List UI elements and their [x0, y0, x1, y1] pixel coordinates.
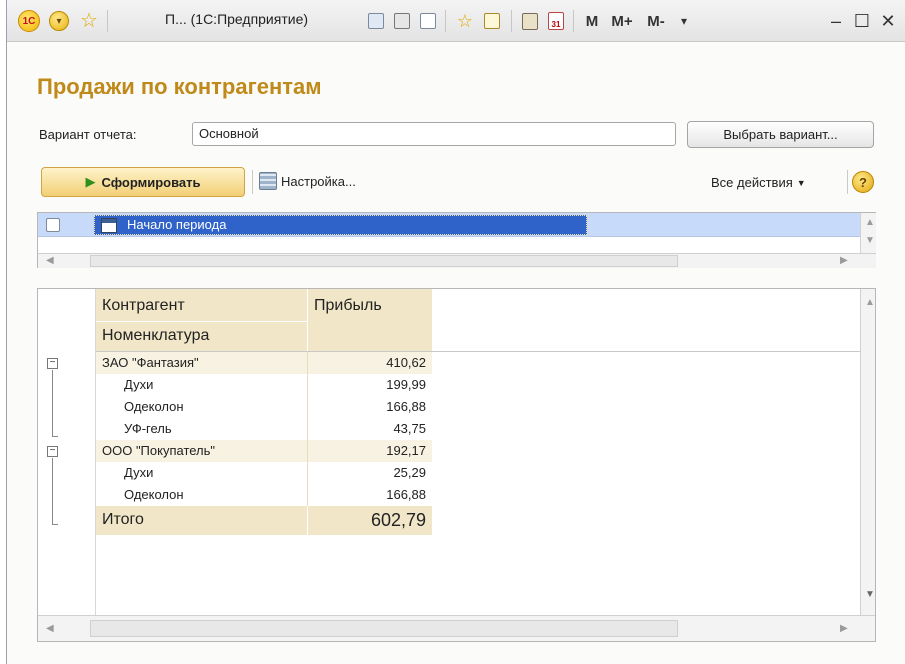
memory-minus-button[interactable]: M-: [641, 9, 671, 33]
scroll-right-icon[interactable]: ▶: [840, 255, 848, 266]
scroll-down-icon[interactable]: ▼: [865, 235, 875, 246]
title-bar: 1С ▾ ☆ П... (1С:Предприятие) ☆ 31 M M+ M…: [7, 0, 905, 42]
table-row[interactable]: Духи 199,99: [96, 374, 432, 396]
report-vertical-scrollbar[interactable]: ▲ ▼: [860, 289, 875, 615]
collapse-group-icon[interactable]: −: [47, 358, 58, 369]
table-row[interactable]: Одеколон 166,88: [96, 396, 432, 418]
app-logo-icon[interactable]: 1С: [17, 9, 41, 33]
table-row[interactable]: Одеколон 166,88: [96, 484, 432, 506]
memory-plus-button[interactable]: M+: [607, 9, 637, 33]
generate-button-label: Сформировать: [101, 174, 201, 190]
scroll-up-icon[interactable]: ▲: [865, 217, 875, 228]
table-row[interactable]: ООО "Покупатель" 192,17: [96, 440, 432, 462]
minimize-button[interactable]: –: [825, 9, 847, 33]
save-icon[interactable]: [365, 9, 387, 33]
print-icon[interactable]: [391, 9, 413, 33]
all-actions-menu[interactable]: Все действия ▼: [711, 175, 806, 190]
table-row[interactable]: ЗАО "Фантазия" 410,62: [96, 352, 432, 374]
list-vertical-scrollbar[interactable]: ▲ ▼: [860, 213, 876, 253]
table-row[interactable]: Духи 25,29: [96, 462, 432, 484]
settings-list: Начало периода ▲ ▼ ◀ ▶: [37, 212, 876, 268]
variant-field[interactable]: Основной: [192, 122, 676, 146]
report-window: 1С ▾ ☆ П... (1С:Предприятие) ☆ 31 M M+ M…: [6, 0, 905, 664]
memory-m-button[interactable]: M: [581, 9, 603, 33]
report-spreadsheet: − − Контрагент Номенклатура Прибыль ЗАО …: [37, 288, 876, 642]
bookmark-icon[interactable]: [481, 9, 503, 33]
table-row[interactable]: УФ-гель 43,75: [96, 418, 432, 440]
page-title: Продажи по контрагентам: [37, 74, 322, 99]
scroll-thumb[interactable]: [90, 255, 678, 267]
report-horizontal-scrollbar[interactable]: ◀ ▶: [38, 615, 875, 641]
list-item[interactable]: Начало периода: [38, 213, 860, 237]
calendar-icon: [101, 218, 117, 233]
preview-icon[interactable]: [417, 9, 439, 33]
menu-dropdown-icon[interactable]: ▾: [47, 9, 71, 33]
column-header-nomenclature: Номенклатура: [102, 327, 210, 344]
column-header-counterparty: Контрагент: [102, 297, 185, 314]
use-setting-checkbox[interactable]: [46, 218, 60, 232]
calendar-icon[interactable]: 31: [545, 9, 567, 33]
list-horizontal-scrollbar[interactable]: ◀ ▶: [38, 253, 876, 268]
calculator-icon[interactable]: [519, 9, 541, 33]
scroll-right-icon[interactable]: ▶: [840, 623, 848, 634]
favorites-star-icon[interactable]: ☆: [77, 9, 101, 33]
settings-button[interactable]: Настройка...: [259, 172, 356, 190]
settings-button-label: Настройка...: [281, 173, 356, 189]
grouping-gutter: − −: [38, 289, 96, 615]
scroll-left-icon[interactable]: ◀: [46, 623, 54, 634]
add-favorite-icon[interactable]: ☆: [453, 9, 477, 33]
settings-icon: [259, 172, 277, 190]
variant-label: Вариант отчета:: [39, 127, 137, 142]
play-icon: ▶: [85, 174, 96, 189]
generate-button[interactable]: ▶ Сформировать: [41, 167, 245, 197]
setting-name: Начало периода: [127, 217, 227, 232]
scroll-up-icon[interactable]: ▲: [865, 297, 875, 308]
window-title: П... (1С:Предприятие): [165, 11, 309, 27]
column-header-profit: Прибыль: [314, 297, 382, 314]
total-row[interactable]: Итого 602,79: [96, 506, 432, 535]
collapse-group-icon[interactable]: −: [47, 446, 58, 457]
maximize-button[interactable]: ☐: [851, 9, 873, 33]
scroll-left-icon[interactable]: ◀: [46, 255, 54, 266]
more-dropdown-icon[interactable]: ▾: [675, 9, 693, 33]
all-actions-label: Все действия: [711, 175, 793, 190]
setting-name-cell[interactable]: Начало периода: [94, 215, 587, 235]
choose-variant-button[interactable]: Выбрать вариант...: [687, 121, 874, 148]
help-icon: ?: [852, 171, 874, 193]
scroll-down-icon[interactable]: ▼: [865, 589, 875, 600]
chevron-down-icon: ▼: [796, 177, 806, 188]
scroll-thumb[interactable]: [90, 620, 678, 637]
help-button[interactable]: ?: [852, 171, 874, 193]
close-button[interactable]: ✕: [877, 9, 899, 33]
